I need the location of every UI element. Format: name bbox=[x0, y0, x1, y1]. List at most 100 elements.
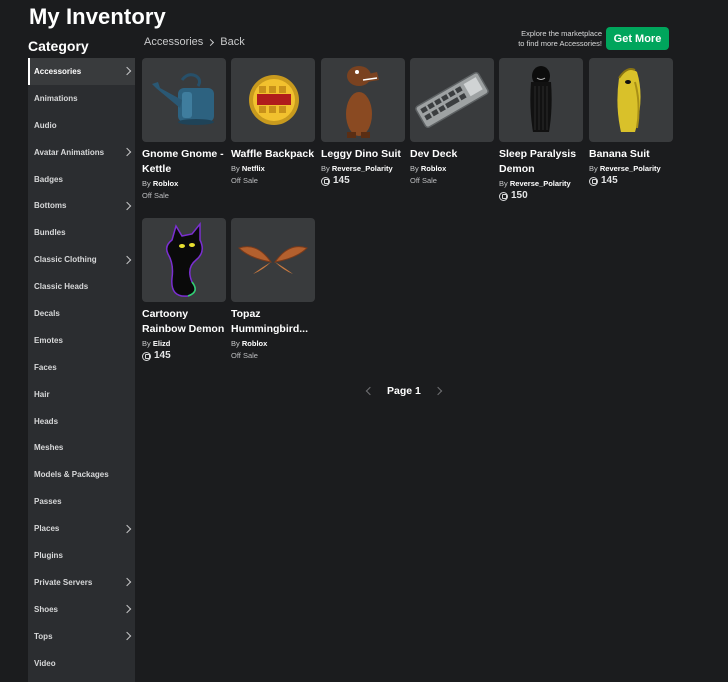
creator-link[interactable]: Roblox bbox=[153, 179, 178, 188]
item-thumbnail[interactable] bbox=[142, 58, 226, 142]
chevron-right-icon bbox=[122, 578, 132, 587]
robux-icon bbox=[589, 176, 598, 186]
sidebar-item-decals[interactable]: Decals bbox=[28, 300, 135, 327]
item-card[interactable]: Cartoony Rainbow Demon By Elizd 145 bbox=[142, 218, 226, 362]
breadcrumb-current[interactable]: Accessories bbox=[144, 36, 203, 48]
sidebar-item-emotes[interactable]: Emotes bbox=[28, 327, 135, 354]
price-text: Off Sale bbox=[231, 351, 258, 360]
keyboard-icon bbox=[415, 71, 489, 129]
chevron-right-icon bbox=[122, 201, 132, 211]
creator-link[interactable]: Roblox bbox=[421, 164, 446, 173]
sidebar-item-label: Avatar Animations bbox=[34, 147, 105, 157]
pagination: Page 1 bbox=[365, 385, 443, 397]
sidebar-item-places[interactable]: Places bbox=[28, 515, 135, 542]
price-text: Off Sale bbox=[410, 176, 437, 185]
get-more-button[interactable]: Get More bbox=[606, 27, 669, 50]
creator-link[interactable]: Roblox bbox=[242, 339, 267, 348]
creator-prefix: By bbox=[142, 179, 151, 188]
sidebar-item-badges[interactable]: Badges bbox=[28, 166, 135, 193]
item-name[interactable]: Gnome Gnome - Kettle bbox=[142, 147, 226, 177]
item-card[interactable]: Banana Suit By Reverse_Polarity 145 bbox=[589, 58, 673, 187]
item-thumbnail[interactable] bbox=[499, 58, 583, 142]
item-name[interactable]: Sleep Paralysis Demon bbox=[499, 147, 583, 177]
creator-link[interactable]: Reverse_Polarity bbox=[332, 164, 393, 173]
creator-link[interactable]: Netflix bbox=[242, 164, 265, 173]
promo-line-2: to find more Accessories! bbox=[518, 39, 602, 48]
item-card[interactable]: Dev Deck By Roblox Off Sale bbox=[410, 58, 494, 187]
creator-link[interactable]: Elizd bbox=[153, 339, 171, 348]
sidebar-item-bottoms[interactable]: Bottoms bbox=[28, 192, 135, 219]
item-creator: By Roblox bbox=[231, 339, 315, 349]
creator-prefix: By bbox=[589, 164, 598, 173]
sidebar-item-models-packages[interactable]: Models & Packages bbox=[28, 461, 135, 488]
sidebar-item-plugins[interactable]: Plugins bbox=[28, 542, 135, 569]
item-name[interactable]: Banana Suit bbox=[589, 147, 673, 162]
item-card[interactable]: Waffle Backpack By Netflix Off Sale bbox=[231, 58, 315, 187]
item-creator: By Elizd bbox=[142, 339, 226, 349]
chevron-right-icon bbox=[122, 631, 132, 641]
creator-prefix: By bbox=[410, 164, 419, 173]
creator-prefix: By bbox=[321, 164, 330, 173]
sidebar-item-label: Audio bbox=[34, 120, 57, 130]
item-thumbnail[interactable] bbox=[231, 218, 315, 302]
sidebar-item-classic-heads[interactable]: Classic Heads bbox=[28, 273, 135, 300]
sidebar-item-hair[interactable]: Hair bbox=[28, 381, 135, 408]
sidebar-item-private-servers[interactable]: Private Servers bbox=[28, 569, 135, 596]
waffle-icon bbox=[249, 75, 299, 125]
breadcrumb-back-link[interactable]: Back bbox=[220, 36, 244, 48]
item-thumbnail[interactable] bbox=[321, 58, 405, 142]
creator-prefix: By bbox=[231, 164, 240, 173]
sidebar-item-tops[interactable]: Tops bbox=[28, 623, 135, 650]
item-name[interactable]: Leggy Dino Suit bbox=[321, 147, 405, 162]
sidebar-item-audio[interactable]: Audio bbox=[28, 112, 135, 139]
item-thumbnail[interactable] bbox=[410, 58, 494, 142]
price-text: Off Sale bbox=[231, 176, 258, 185]
creator-prefix: By bbox=[231, 339, 240, 348]
item-card[interactable]: Sleep Paralysis Demon By Reverse_Polarit… bbox=[499, 58, 583, 202]
item-name[interactable]: Dev Deck bbox=[410, 147, 494, 162]
sidebar-item-label: Models & Packages bbox=[34, 470, 109, 480]
chevron-right-icon bbox=[122, 605, 132, 614]
item-price: Off Sale bbox=[410, 175, 494, 187]
sidebar-item-label: Places bbox=[34, 524, 60, 534]
sidebar-item-label: Shoes bbox=[34, 604, 59, 614]
sidebar-item-faces[interactable]: Faces bbox=[28, 354, 135, 381]
dino-icon bbox=[346, 66, 379, 138]
item-card[interactable]: Leggy Dino Suit By Reverse_Polarity 145 bbox=[321, 58, 405, 187]
sidebar-item-classic-clothing[interactable]: Classic Clothing bbox=[28, 246, 135, 273]
sidebar-item-bundles[interactable]: Bundles bbox=[28, 219, 135, 246]
chevron-right-icon[interactable] bbox=[433, 386, 443, 396]
category-sidebar: Accessories Animations Audio Avatar Anim… bbox=[28, 58, 135, 682]
sidebar-item-animations[interactable]: Animations bbox=[28, 85, 135, 112]
creator-link[interactable]: Reverse_Polarity bbox=[510, 179, 571, 188]
item-price: Off Sale bbox=[142, 190, 226, 202]
chevron-right-icon bbox=[122, 255, 132, 264]
sidebar-item-label: Plugins bbox=[34, 550, 63, 560]
robux-icon bbox=[142, 351, 151, 361]
sidebar-item-heads[interactable]: Heads bbox=[28, 408, 135, 435]
sidebar-item-meshes[interactable]: Meshes bbox=[28, 434, 135, 461]
sidebar-item-accessories[interactable]: Accessories bbox=[28, 58, 135, 85]
chevron-right-icon bbox=[122, 524, 132, 533]
price-text: 145 bbox=[601, 175, 618, 186]
sidebar-item-label: Accessories bbox=[34, 66, 82, 76]
sidebar-item-shoes[interactable]: Shoes bbox=[28, 596, 135, 623]
sidebar-item-avatar-animations[interactable]: Avatar Animations bbox=[28, 139, 135, 166]
rainbow-demon-icon bbox=[165, 221, 203, 297]
chevron-left-icon[interactable] bbox=[365, 386, 375, 396]
page-title: My Inventory bbox=[29, 4, 166, 29]
item-thumbnail[interactable] bbox=[231, 58, 315, 142]
item-name[interactable]: Topaz Hummingbird... bbox=[231, 307, 315, 337]
item-thumbnail[interactable] bbox=[589, 58, 673, 142]
creator-link[interactable]: Reverse_Polarity bbox=[600, 164, 661, 173]
item-card[interactable]: Gnome Gnome - Kettle By Roblox Off Sale bbox=[142, 58, 226, 202]
item-card[interactable]: Topaz Hummingbird... By Roblox Off Sale bbox=[231, 218, 315, 362]
sidebar-item-passes[interactable]: Passes bbox=[28, 488, 135, 515]
item-name[interactable]: Cartoony Rainbow Demon bbox=[142, 307, 226, 337]
promo-line-1: Explore the marketplace bbox=[521, 29, 602, 38]
chevron-right-icon bbox=[207, 38, 215, 46]
item-name[interactable]: Waffle Backpack bbox=[231, 147, 315, 162]
sidebar-item-video[interactable]: Video bbox=[28, 650, 135, 677]
chevron-right-icon bbox=[122, 147, 132, 157]
item-thumbnail[interactable] bbox=[142, 218, 226, 302]
